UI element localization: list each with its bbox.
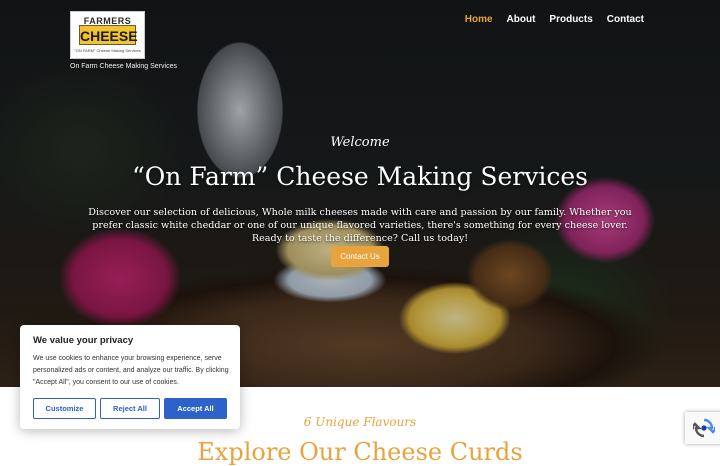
recaptcha-badge[interactable] <box>685 412 720 444</box>
customize-button[interactable]: Customize <box>33 398 96 419</box>
nav-item-contact[interactable]: Contact <box>607 14 644 25</box>
main-nav: Home About Products Contact <box>465 14 644 25</box>
hero-welcome: Welcome <box>330 135 390 150</box>
logo-line3: "ON FARM" Cheese Making Services <box>74 48 141 53</box>
hero-title: “On Farm” Cheese Making Services <box>132 162 588 191</box>
nav-item-home[interactable]: Home <box>465 14 493 25</box>
cookie-text: We use cookies to enhance your browsing … <box>33 355 229 386</box>
cookie-title: We value your privacy <box>33 335 134 346</box>
site-logo[interactable]: FARMERS CHEESE "ON FARM" Cheese Making S… <box>70 11 145 59</box>
nav-item-products[interactable]: Products <box>549 14 592 25</box>
logo-line2: CHEESE <box>79 25 138 45</box>
section-title: Explore Our Cheese Curds <box>197 438 523 466</box>
contact-us-button[interactable]: Contact Us <box>331 246 389 267</box>
cookie-consent-banner: We value your privacy We use cookies to … <box>20 325 240 429</box>
reject-all-button[interactable]: Reject All <box>100 398 160 419</box>
site-tagline: On Farm Cheese Making Services <box>70 63 177 70</box>
nav-item-about[interactable]: About <box>507 14 536 25</box>
hero-description: Discover our selection of delicious, Who… <box>88 207 632 244</box>
accept-all-button[interactable]: Accept All <box>164 398 227 419</box>
